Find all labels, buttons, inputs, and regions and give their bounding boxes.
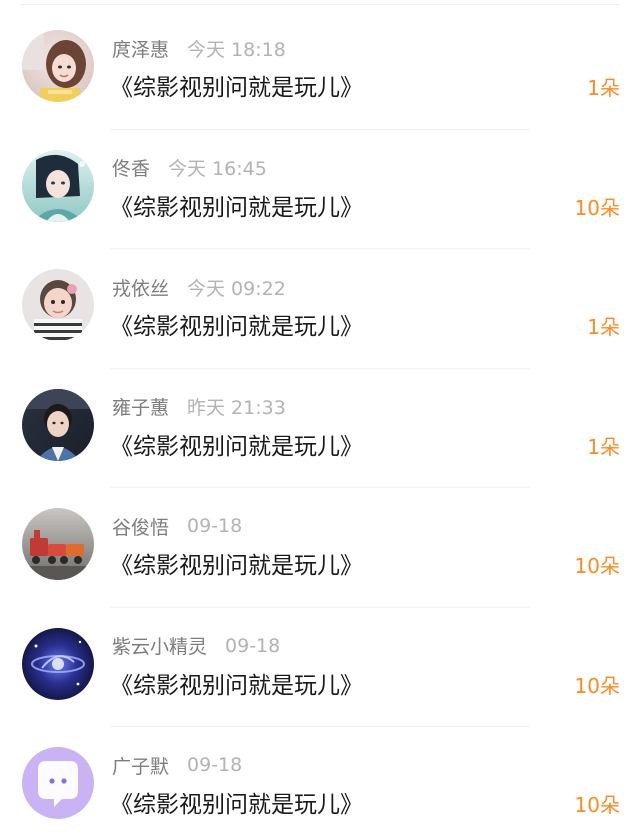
comment-text: 《综影视别问就是玩儿》: [110, 314, 363, 340]
username[interactable]: 紫云小精灵: [112, 632, 207, 659]
comment-row[interactable]: 戎依丝 今天 09:22 《综影视别问就是玩儿》 1朵: [0, 249, 640, 369]
comment-text: 《综影视别问就是玩儿》: [110, 194, 363, 221]
avatar-girl-photo[interactable]: [22, 30, 94, 102]
avatar-toy-train[interactable]: [22, 508, 94, 580]
timestamp: 09-18: [225, 634, 281, 657]
username[interactable]: 谷俊悟: [112, 513, 169, 540]
comment-text: 《综影视别问就是玩儿》: [110, 792, 363, 818]
comment-row[interactable]: 谷俊悟 09-18 《综影视别问就是玩儿》 10朵: [0, 488, 640, 608]
flower-count: 10朵: [574, 195, 620, 220]
flower-count: 1朵: [587, 76, 620, 100]
flower-count: 10朵: [574, 554, 620, 578]
avatar-default-chat[interactable]: [22, 747, 94, 819]
username[interactable]: 庹泽惠: [112, 35, 169, 62]
comment-row[interactable]: 广子默 09-18 《综影视别问就是玩儿》 10朵: [0, 727, 640, 839]
username[interactable]: 戎依丝: [112, 274, 169, 301]
comment-meta: 广子默 09-18: [112, 752, 243, 779]
flower-count: 10朵: [574, 673, 620, 698]
avatar-baby-photo[interactable]: [22, 269, 94, 341]
timestamp: 今天 16:45: [168, 158, 267, 180]
comment-list-page: 庹泽惠 今天 18:18 《综影视别问就是玩儿》 1朵 佟香 今天 16:45 …: [0, 0, 640, 839]
comment-meta: 戎依丝 今天 09:22: [112, 274, 286, 301]
avatar-anime-character[interactable]: [22, 149, 94, 222]
comment-text: 《综影视别问就是玩儿》: [110, 433, 363, 460]
comment-row[interactable]: 庹泽惠 今天 18:18 《综影视别问就是玩儿》 1朵: [0, 10, 640, 130]
comment-meta: 庹泽惠 今天 18:18: [112, 35, 286, 62]
timestamp: 昨天 21:33: [187, 397, 286, 419]
comment-row[interactable]: 雍子蕙 昨天 21:33 《综影视别问就是玩儿》 1朵: [0, 369, 640, 488]
comment-text: 《综影视别问就是玩儿》: [110, 672, 363, 699]
flower-count: 1朵: [587, 315, 620, 339]
timestamp: 09-18: [187, 754, 243, 776]
timestamp: 今天 09:22: [187, 277, 286, 300]
username[interactable]: 佟香: [112, 154, 150, 181]
comment-text: 《综影视别问就是玩儿》: [110, 553, 363, 579]
username[interactable]: 雍子蕙: [112, 393, 169, 420]
comment-meta: 雍子蕙 昨天 21:33: [112, 395, 286, 419]
comment-row[interactable]: 紫云小精灵 09-18 《综影视别问就是玩儿》 10朵: [0, 608, 640, 727]
timestamp: 09-18: [187, 515, 243, 537]
comment-meta: 谷俊悟 09-18: [112, 513, 243, 540]
comment-list: 庹泽惠 今天 18:18 《综影视别问就是玩儿》 1朵 佟香 今天 16:45 …: [0, 0, 640, 839]
comment-meta: 紫云小精灵 09-18: [112, 632, 281, 659]
avatar-galaxy[interactable]: [22, 627, 94, 700]
username[interactable]: 广子默: [112, 752, 169, 779]
comment-meta: 佟香 今天 16:45: [112, 156, 267, 180]
comment-row[interactable]: 佟香 今天 16:45 《综影视别问就是玩儿》 10朵: [0, 130, 640, 249]
comment-text: 《综影视别问就是玩儿》: [110, 75, 363, 101]
timestamp: 今天 18:18: [187, 38, 286, 61]
flower-count: 10朵: [574, 793, 620, 817]
flower-count: 1朵: [587, 434, 620, 459]
avatar-young-man-photo[interactable]: [22, 388, 94, 461]
